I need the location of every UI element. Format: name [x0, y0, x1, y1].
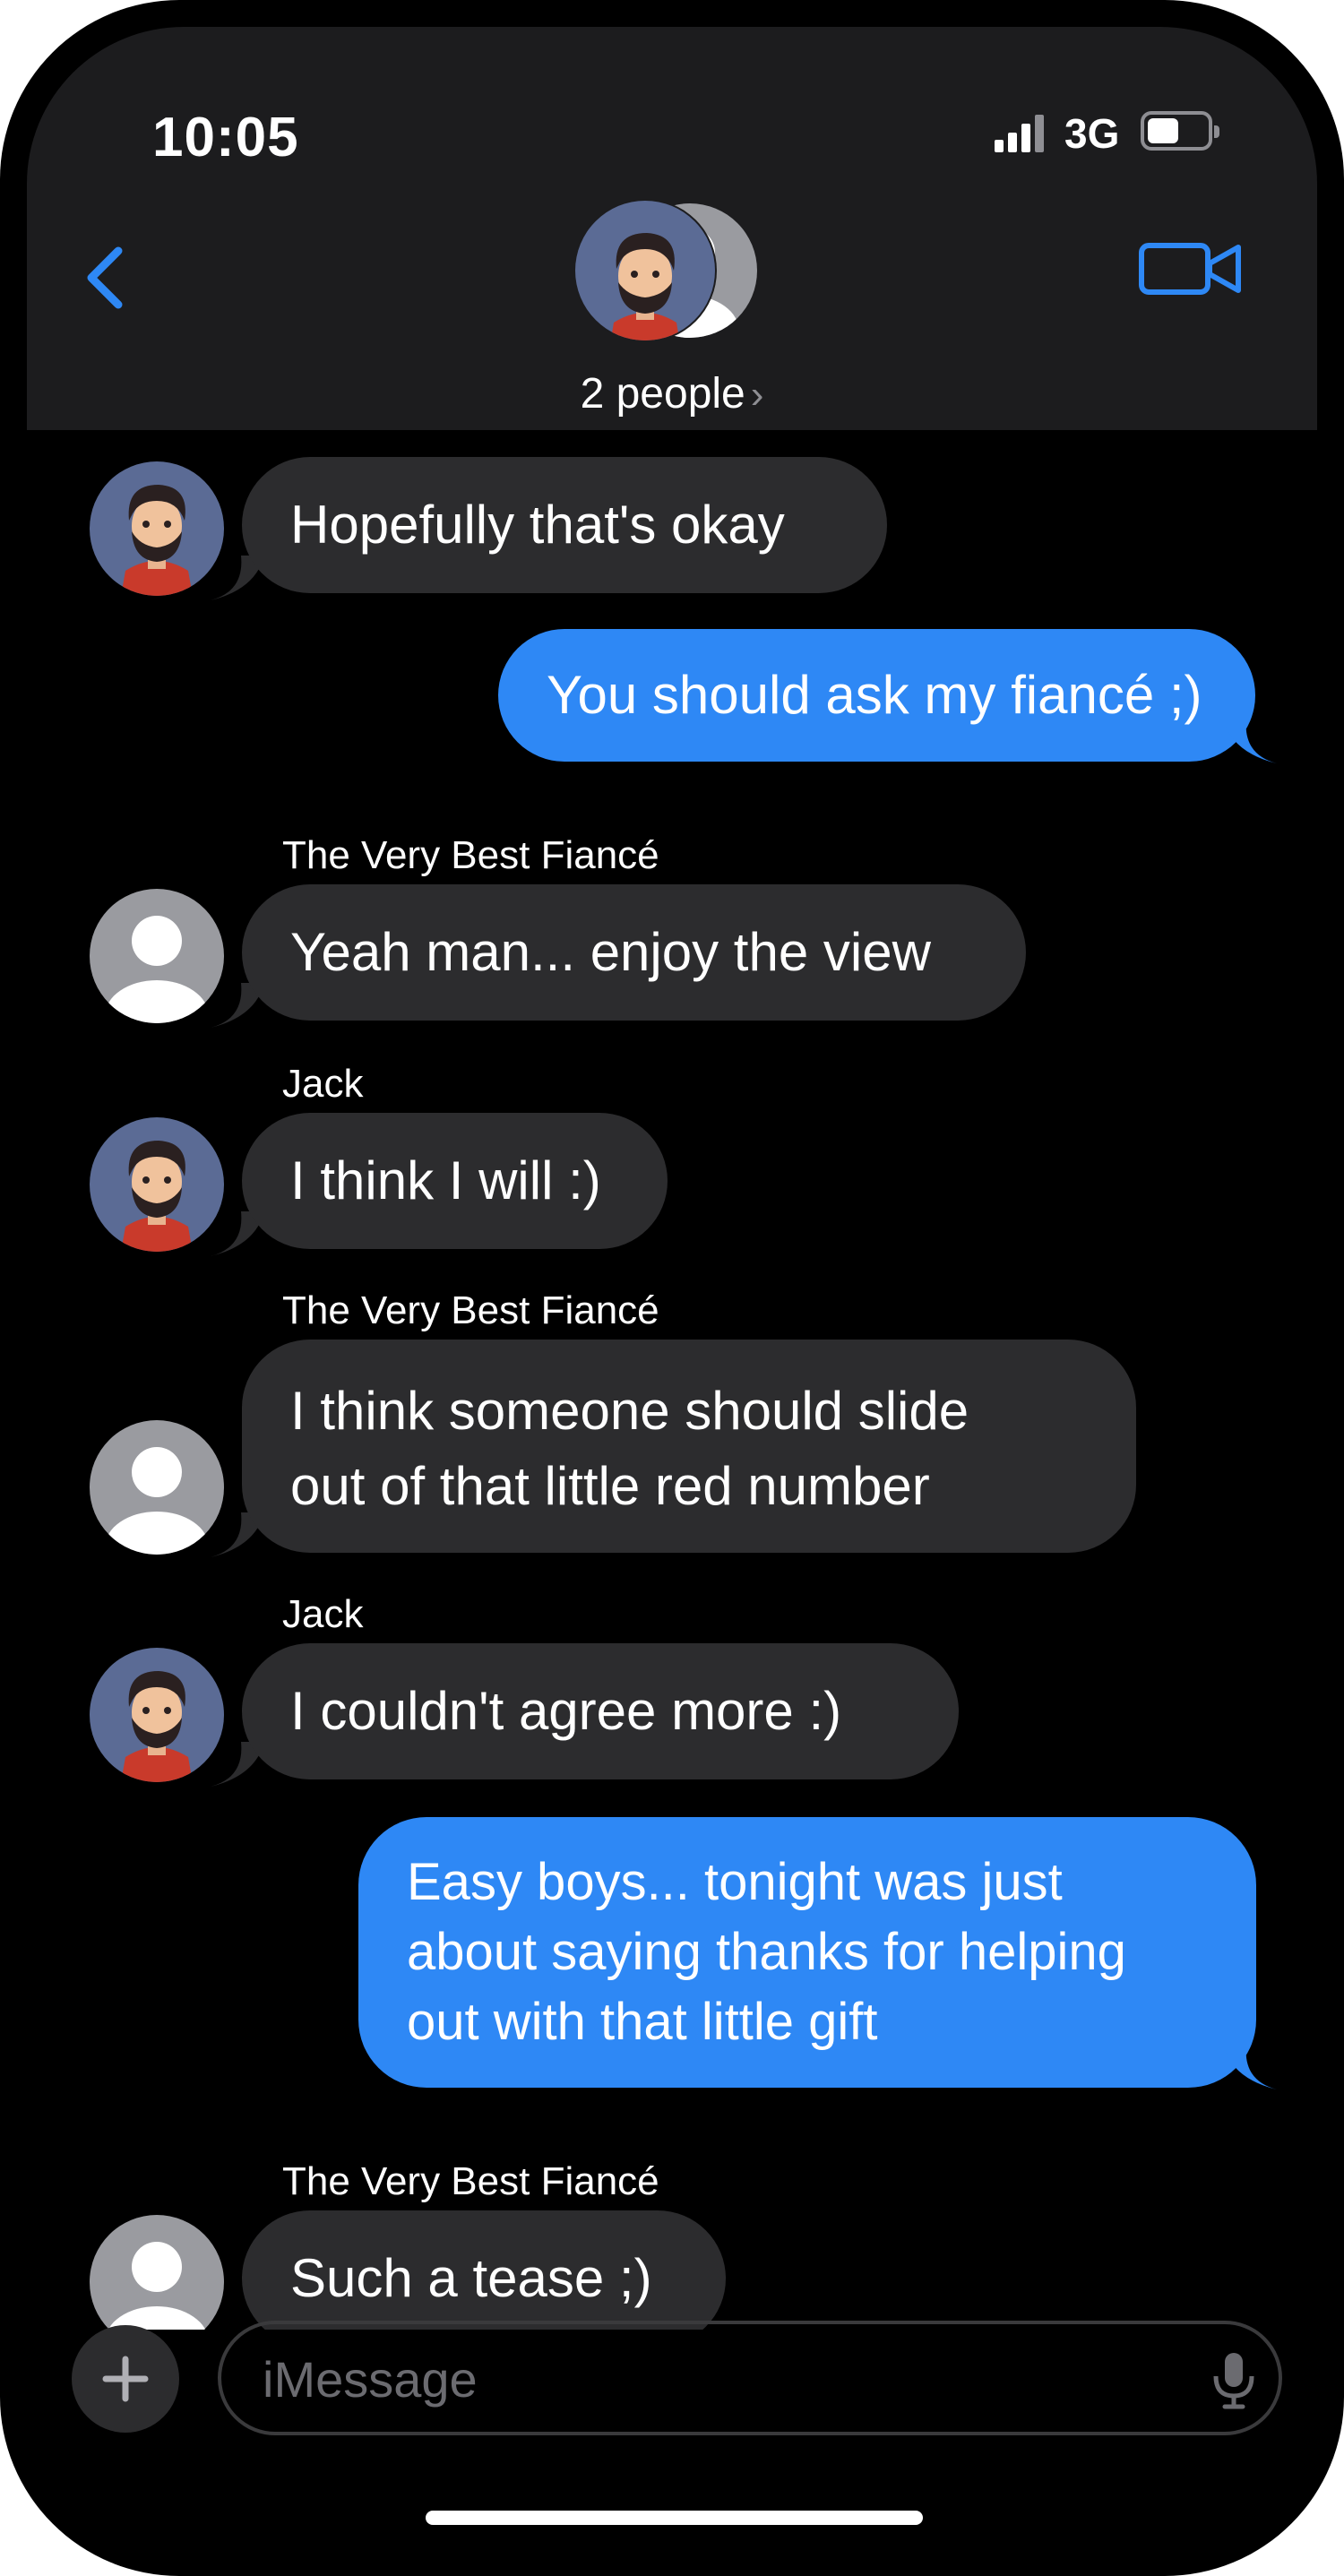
message-bubble-incoming[interactable]: I couldn't agree more :) — [242, 1643, 959, 1779]
microphone-icon — [1213, 2353, 1254, 2409]
sender-name: The Very Best Fiancé — [282, 2159, 659, 2203]
sender-name: The Very Best Fiancé — [282, 1288, 659, 1332]
message-text: Yeah man... enjoy the view — [290, 922, 931, 982]
app-drawer-button[interactable] — [72, 2325, 179, 2433]
group-avatar-stack[interactable] — [573, 197, 762, 349]
message-text-line: out with that little gift — [407, 1993, 878, 2051]
avatar-fiance — [90, 889, 224, 1023]
message-text-line: I think someone should slide — [290, 1381, 969, 1441]
message-bubble-incoming[interactable]: Yeah man... enjoy the view — [242, 884, 1026, 1021]
message-text: You should ask my fiancé ;) — [547, 665, 1202, 725]
group-name-button[interactable]: 2 people › — [493, 369, 851, 418]
message-composer[interactable] — [218, 2321, 1282, 2435]
signal-strength-icon — [995, 115, 1045, 152]
message-bubble-incoming[interactable]: I think someone should slide out of that… — [242, 1340, 1136, 1553]
phone-frame: 10:05 3G 2 people › Hopefully that's oka… — [0, 0, 1344, 2576]
message-text-line: out of that little red number — [290, 1456, 930, 1516]
chevron-left-icon — [87, 246, 123, 309]
avatar-fiance — [90, 1420, 224, 1555]
message-text: Such a tease ;) — [290, 2248, 652, 2308]
sender-name: The Very Best Fiancé — [282, 833, 659, 877]
message-text: I think I will :) — [290, 1150, 601, 1210]
facetime-video-button[interactable] — [1138, 233, 1245, 305]
avatar-fiance — [90, 2215, 224, 2330]
home-indicator[interactable] — [426, 2511, 923, 2525]
group-label: 2 people — [580, 370, 745, 418]
avatar-jack — [90, 461, 224, 596]
sender-name: Jack — [282, 1592, 364, 1636]
message-bubble-outgoing[interactable]: You should ask my fiancé ;) — [498, 629, 1255, 762]
bubble-tail — [1223, 2045, 1277, 2089]
plus-icon — [102, 2356, 149, 2402]
network-type: 3G — [1064, 110, 1120, 157]
avatar-jack — [90, 1117, 224, 1252]
message-bubble-incoming[interactable]: Hopefully that's okay — [242, 457, 887, 593]
bubble-tail — [1223, 719, 1277, 763]
screen: 10:05 3G 2 people › Hopefully that's oka… — [27, 27, 1317, 2549]
battery-icon — [1141, 111, 1219, 151]
message-input[interactable] — [261, 2342, 1160, 2416]
sender-name: Jack — [282, 1062, 364, 1106]
conversation-header: 10:05 3G 2 people › — [27, 27, 1317, 430]
message-bubble-incoming[interactable]: Such a tease ;) — [242, 2210, 726, 2330]
message-text-line: Easy boys... tonight was just — [407, 1853, 1063, 1911]
avatar-jack — [90, 1648, 224, 1782]
group-avatars-icon — [573, 199, 757, 342]
status-time: 10:05 — [152, 107, 299, 168]
message-text-line: about saying thanks for helping — [407, 1923, 1126, 1981]
dictation-button[interactable] — [1207, 2349, 1261, 2412]
message-text: Hopefully that's okay — [290, 495, 785, 555]
message-thread[interactable]: Hopefully that's okay You should ask my … — [27, 430, 1317, 2330]
message-text: I couldn't agree more :) — [290, 1681, 842, 1741]
message-bubble-incoming[interactable]: I think I will :) — [242, 1113, 668, 1249]
video-camera-icon — [1139, 243, 1241, 295]
back-button[interactable] — [72, 222, 143, 321]
chevron-right-icon: › — [750, 373, 764, 417]
message-bubble-outgoing[interactable]: Easy boys... tonight was just about sayi… — [358, 1817, 1256, 2088]
